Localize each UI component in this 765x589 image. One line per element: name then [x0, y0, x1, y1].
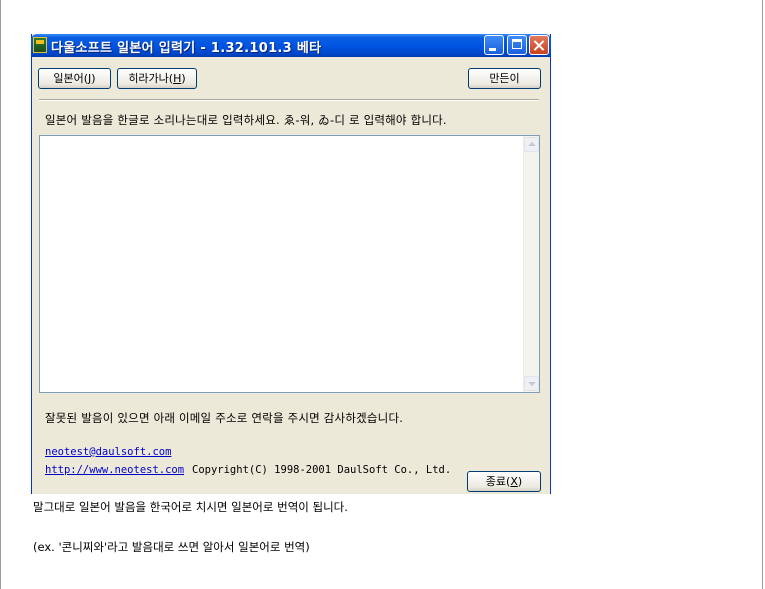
japanese-mode-button[interactable]: 일본어(J) — [38, 68, 111, 89]
maximize-button[interactable] — [507, 35, 527, 55]
close-button[interactable] — [529, 35, 549, 55]
error-report-note: 잘못된 발음이 있으면 아래 이메일 주소로 연락을 주시면 감사하겠습니다. — [45, 411, 404, 425]
app-icon — [33, 37, 47, 53]
maker-button[interactable]: 만든이 — [468, 68, 541, 89]
hiragana-mode-button[interactable]: 히라가나(H) — [117, 68, 197, 89]
exit-key: X — [510, 475, 518, 488]
window-titlebar[interactable]: 다울소프트 일본어 입력기 - 1.32.101.3 베타 — [31, 34, 551, 57]
divider — [39, 99, 539, 101]
instruction-text: 일본어 발음을 한글로 소리나는대로 입력하세요. ゑ-워, ゐ-디 로 입력해… — [45, 113, 447, 127]
minimize-button[interactable] — [484, 35, 504, 55]
exit-button[interactable]: 종료(X) — [467, 471, 541, 492]
input-textarea[interactable] — [39, 135, 540, 393]
scroll-up-arrow-icon[interactable] — [524, 137, 539, 152]
hiragana-mode-close: ) — [181, 72, 186, 85]
window-title: 다울소프트 일본어 입력기 - 1.32.101.3 베타 — [51, 41, 322, 56]
website-link[interactable]: http://www.neotest.com — [45, 464, 184, 476]
japanese-mode-close: ) — [91, 72, 96, 85]
page-left-border — [0, 0, 1, 589]
scroll-down-arrow-icon[interactable] — [524, 376, 539, 391]
input-method-window: 다울소프트 일본어 입력기 - 1.32.101.3 베타 일본어(J) 히라가… — [31, 34, 551, 494]
exit-label: 종료( — [485, 475, 511, 488]
caption-description: 말그대로 일본어 발음을 한국어로 치시면 일본어로 번역이 됩니다. — [33, 500, 348, 514]
hiragana-mode-label: 히라가나( — [128, 72, 174, 85]
email-link[interactable]: neotest@daulsoft.com — [45, 446, 171, 458]
vertical-scrollbar[interactable] — [523, 136, 539, 392]
copyright-text: Copyright(C) 1998-2001 DaulSoft Co., Ltd… — [192, 464, 452, 476]
page-right-border — [762, 0, 763, 589]
caption-example: (ex. '콘니찌와'라고 발음대로 쓰면 알아서 일본어로 번역) — [33, 540, 310, 554]
japanese-mode-label: 일본어( — [53, 72, 89, 85]
exit-close: ) — [517, 475, 523, 488]
